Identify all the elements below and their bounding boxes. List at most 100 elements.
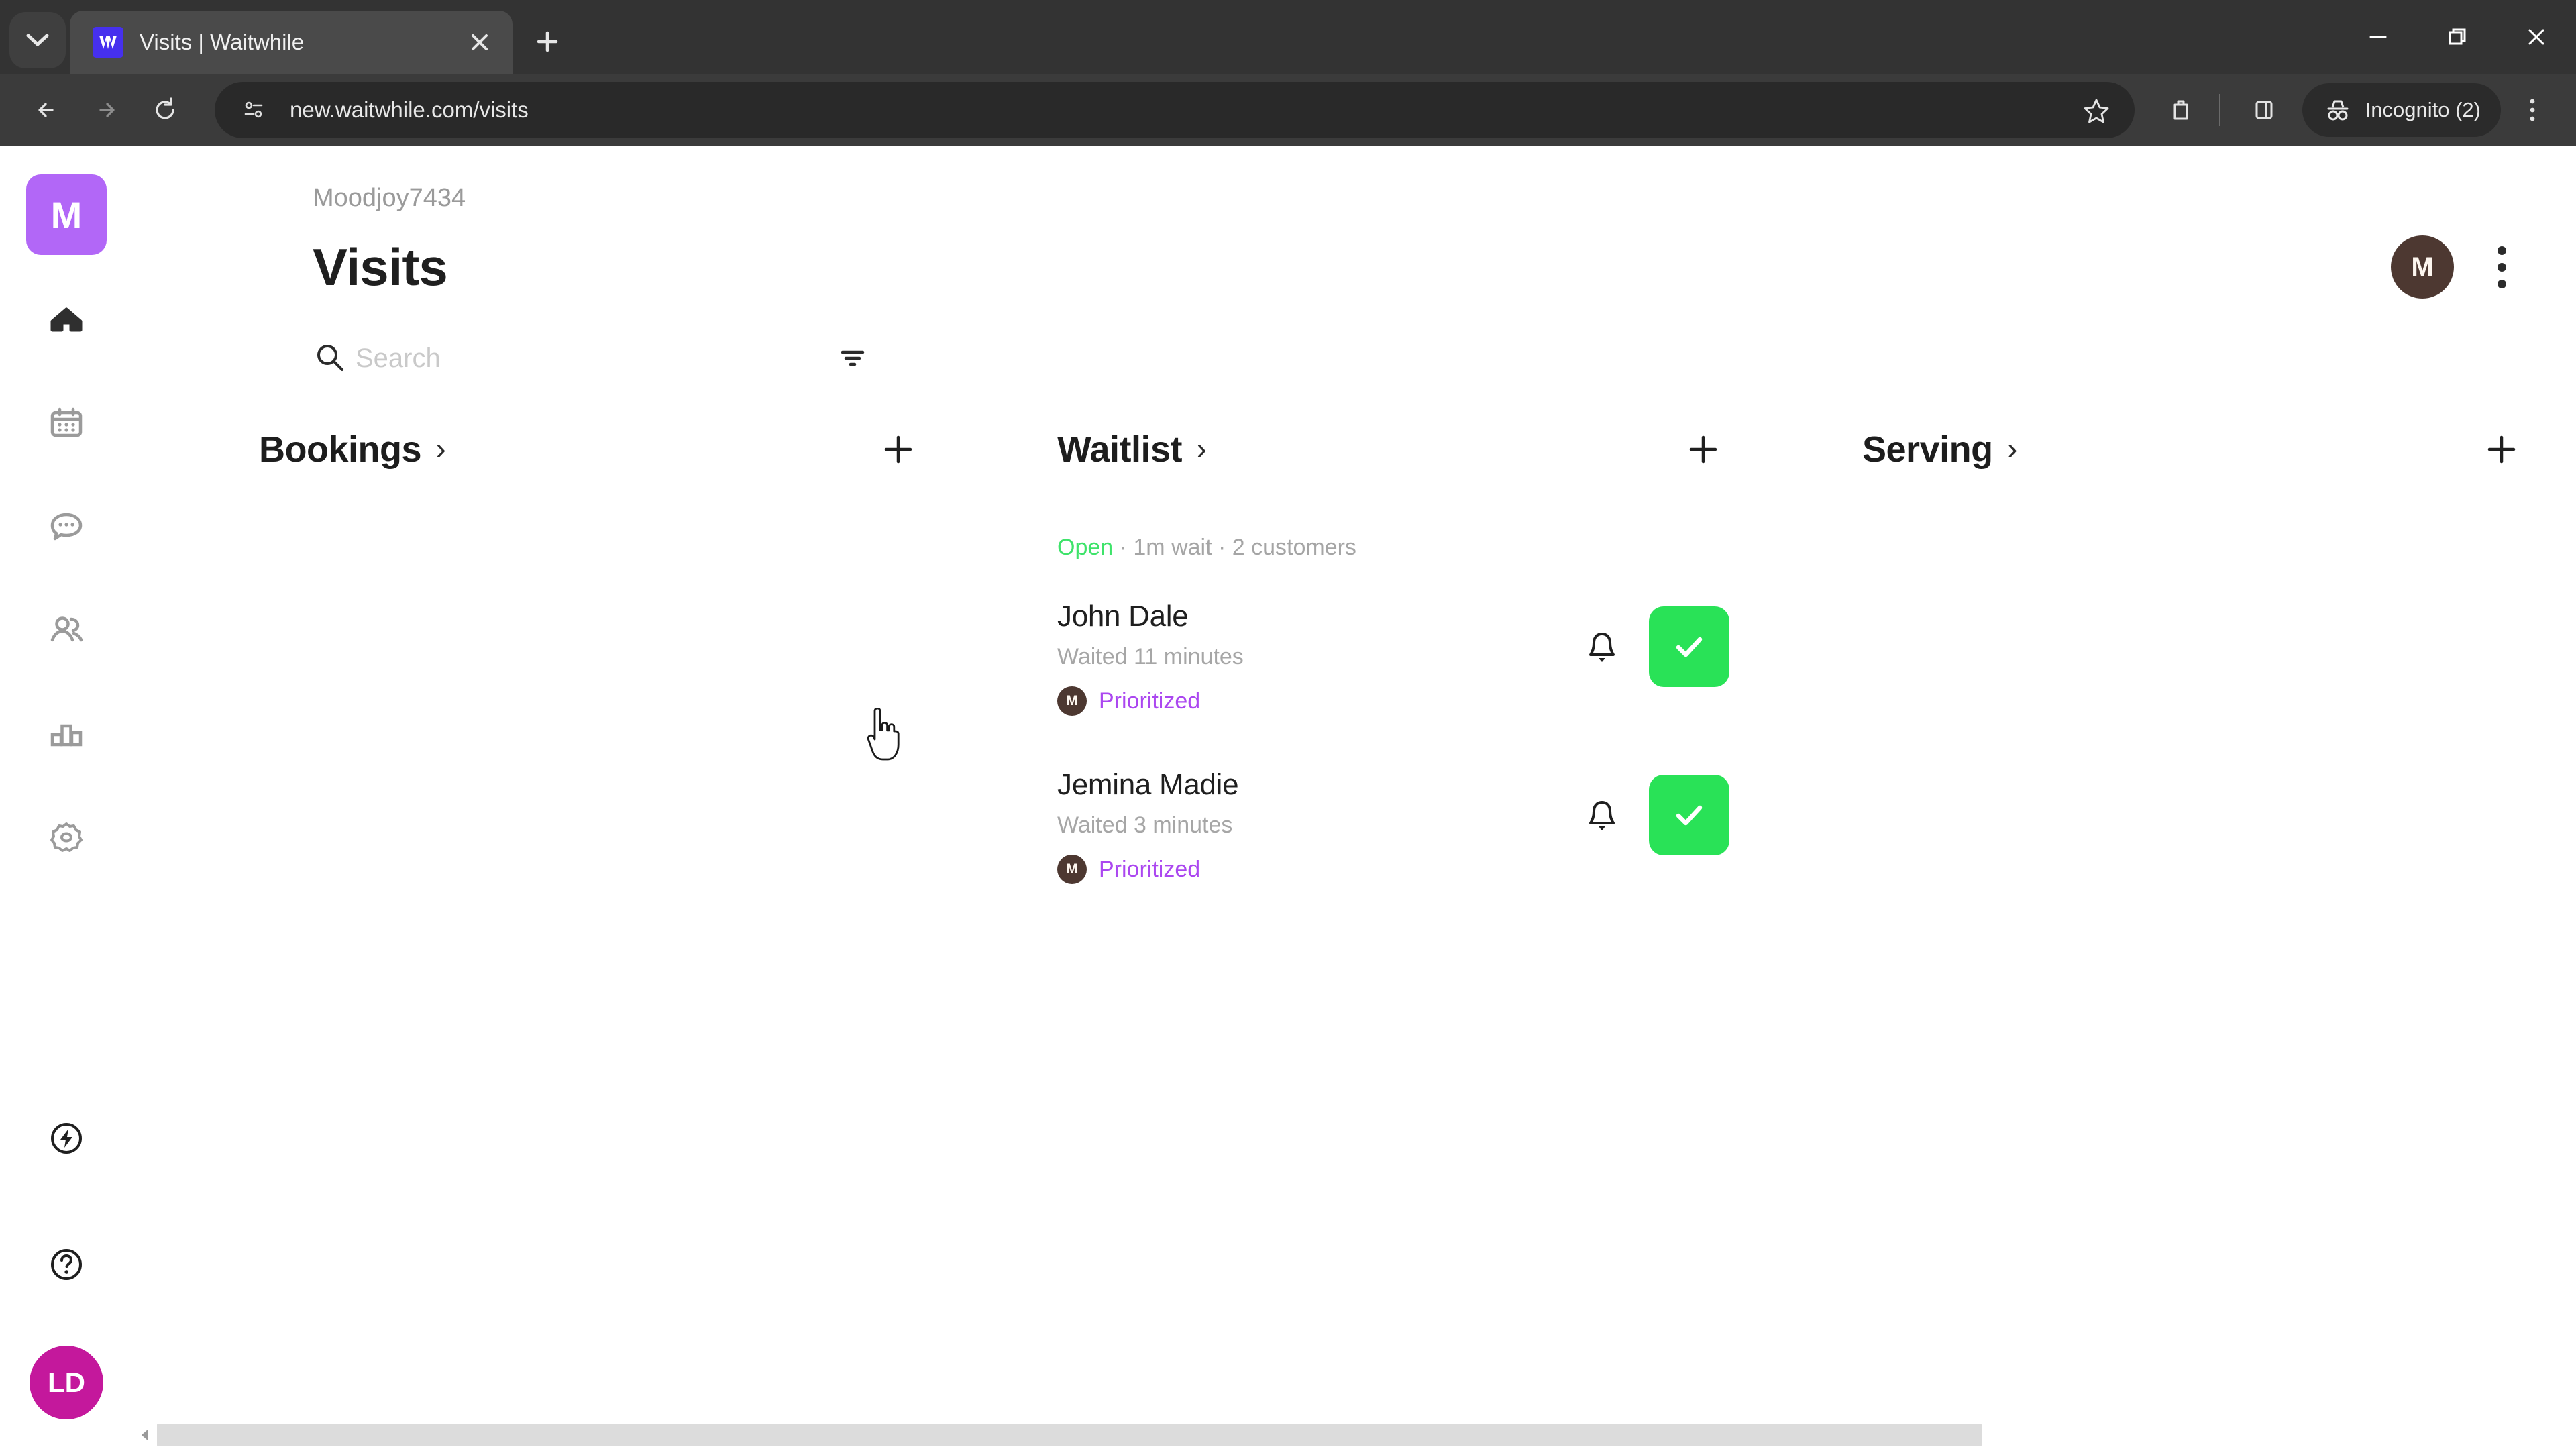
lightning-bolt-icon xyxy=(51,1123,82,1154)
kebab-dot xyxy=(2497,246,2506,255)
sidebar-item-integrations[interactable] xyxy=(27,1099,106,1178)
close-window-button[interactable] xyxy=(2497,0,2576,74)
sidebar-item-settings[interactable] xyxy=(27,797,106,876)
notify-button[interactable] xyxy=(1578,791,1626,839)
side-panel-icon xyxy=(2255,101,2273,119)
card-actions xyxy=(1578,606,1729,687)
sidebar-item-analytics[interactable] xyxy=(27,694,106,773)
column-title[interactable]: Bookings xyxy=(259,429,422,470)
chevron-right-icon[interactable]: › xyxy=(436,435,446,464)
column-title[interactable]: Serving xyxy=(1862,429,1993,470)
bar-chart-icon xyxy=(50,724,83,747)
scroll-left-arrow[interactable] xyxy=(133,1421,157,1449)
toolbar-divider xyxy=(2218,94,2220,126)
main-content: Moodjoy7434 Visits M Search Bookings › W… xyxy=(133,146,2576,1449)
page-menu-button[interactable] xyxy=(2478,235,2525,299)
back-arrow-icon xyxy=(38,103,54,117)
card-tags: M Prioritized xyxy=(1057,855,1578,884)
back-button[interactable] xyxy=(17,80,76,140)
waitlist-status: Open · 1m wait · 2 customers xyxy=(1057,535,1788,561)
wait-time: Waited 11 minutes xyxy=(1057,644,1244,669)
reload-button[interactable] xyxy=(136,80,195,140)
card-info: Jemina Madie Waited 3 minutes M Prioriti… xyxy=(1057,768,1578,884)
visits-columns: Bookings › Waitlist › Open · 1m wait · 2… xyxy=(178,423,2576,1449)
incognito-label: Incognito (2) xyxy=(2365,98,2481,121)
notify-button[interactable] xyxy=(1578,623,1626,671)
status-badge: Open xyxy=(1057,535,1114,560)
tag-avatar: M xyxy=(1057,686,1087,716)
card-info: John Dale Waited 11 minutes M Prioritize… xyxy=(1057,600,1578,716)
tab-search-button[interactable] xyxy=(9,12,66,68)
column-serving: Serving › xyxy=(1788,423,2576,1449)
close-tab-button[interactable] xyxy=(462,24,498,60)
waitlist-card[interactable]: John Dale Waited 11 minutes M Prioritize… xyxy=(1057,600,1788,716)
card-actions xyxy=(1578,775,1729,855)
minimize-icon xyxy=(2369,36,2387,38)
forward-button[interactable] xyxy=(76,80,136,140)
status-detail: · 1m wait · 2 customers xyxy=(1113,535,1356,560)
plus-icon xyxy=(1689,435,1717,464)
url-text: new.waitwhile.com/visits xyxy=(290,97,529,122)
user-avatar[interactable]: LD xyxy=(30,1346,103,1419)
waitwhile-favicon xyxy=(93,27,123,58)
column-header-bookings: Bookings › xyxy=(259,423,983,476)
sidebar-item-home[interactable] xyxy=(27,280,106,360)
extensions-button[interactable] xyxy=(2155,84,2207,136)
column-waitlist: Waitlist › Open · 1m wait · 2 customers xyxy=(983,423,1788,1449)
site-settings-icon[interactable] xyxy=(235,91,272,129)
location-avatar[interactable]: M xyxy=(2391,235,2454,299)
card-tags: M Prioritized xyxy=(1057,686,1578,716)
column-header-serving: Serving › xyxy=(1862,423,2576,476)
home-icon xyxy=(50,307,83,332)
customer-name: John Dale xyxy=(1057,600,1189,633)
brand-logo[interactable]: M xyxy=(26,174,107,255)
breadcrumb[interactable]: Moodjoy7434 xyxy=(313,184,2576,213)
customer-name: Jemina Madie xyxy=(1057,768,1239,801)
filter-button[interactable] xyxy=(829,335,876,382)
scrollbar-track[interactable] xyxy=(157,1424,2576,1446)
chevron-right-icon[interactable]: › xyxy=(1197,435,1207,464)
reload-icon xyxy=(156,97,174,119)
serve-button[interactable] xyxy=(1649,606,1729,687)
browser-menu-button[interactable] xyxy=(2506,84,2559,136)
address-bar[interactable]: new.waitwhile.com/visits xyxy=(215,82,2135,138)
scrollbar-thumb[interactable] xyxy=(157,1424,1982,1446)
minimize-button[interactable] xyxy=(2339,0,2418,74)
plus-icon xyxy=(537,31,558,52)
search-bar xyxy=(313,335,876,382)
restore-button[interactable] xyxy=(2418,0,2497,74)
sidebar-item-calendar[interactable] xyxy=(27,384,106,463)
sidebar-item-help[interactable] xyxy=(27,1225,106,1304)
tab-title: Visits | Waitwhile xyxy=(140,30,305,54)
chevron-down-icon xyxy=(26,34,49,46)
priority-tag: Prioritized xyxy=(1099,856,1201,882)
gear-icon xyxy=(50,822,83,852)
horizontal-scrollbar[interactable] xyxy=(133,1421,2576,1449)
window-controls xyxy=(2339,0,2576,74)
sidebar-item-messages[interactable] xyxy=(27,487,106,566)
plus-icon xyxy=(884,435,912,464)
bookmark-button[interactable] xyxy=(2076,89,2117,131)
chevron-right-icon[interactable]: › xyxy=(2008,435,2018,464)
three-dot-menu-icon xyxy=(2530,99,2535,121)
browser-tab[interactable]: Visits | Waitwhile xyxy=(70,11,513,74)
side-panel-button[interactable] xyxy=(2238,84,2290,136)
priority-tag: Prioritized xyxy=(1099,688,1201,714)
calendar-icon xyxy=(50,407,83,437)
wait-time: Waited 3 minutes xyxy=(1057,812,1233,838)
search-input[interactable] xyxy=(356,343,829,374)
incognito-indicator[interactable]: Incognito (2) xyxy=(2302,83,2501,137)
check-icon xyxy=(1676,637,1703,657)
kebab-dot xyxy=(2497,262,2506,272)
new-tab-button[interactable] xyxy=(522,16,573,67)
add-serving-button[interactable] xyxy=(2475,423,2528,476)
serve-button[interactable] xyxy=(1649,775,1729,855)
sidebar-item-customers[interactable] xyxy=(27,590,106,669)
add-booking-button[interactable] xyxy=(872,423,924,476)
column-title[interactable]: Waitlist xyxy=(1057,429,1183,470)
check-icon xyxy=(1676,805,1703,826)
plus-icon xyxy=(2487,435,2516,464)
tab-strip: Visits | Waitwhile xyxy=(0,0,2576,74)
add-waitlist-button[interactable] xyxy=(1677,423,1729,476)
waitlist-card[interactable]: Jemina Madie Waited 3 minutes M Prioriti… xyxy=(1057,768,1788,884)
